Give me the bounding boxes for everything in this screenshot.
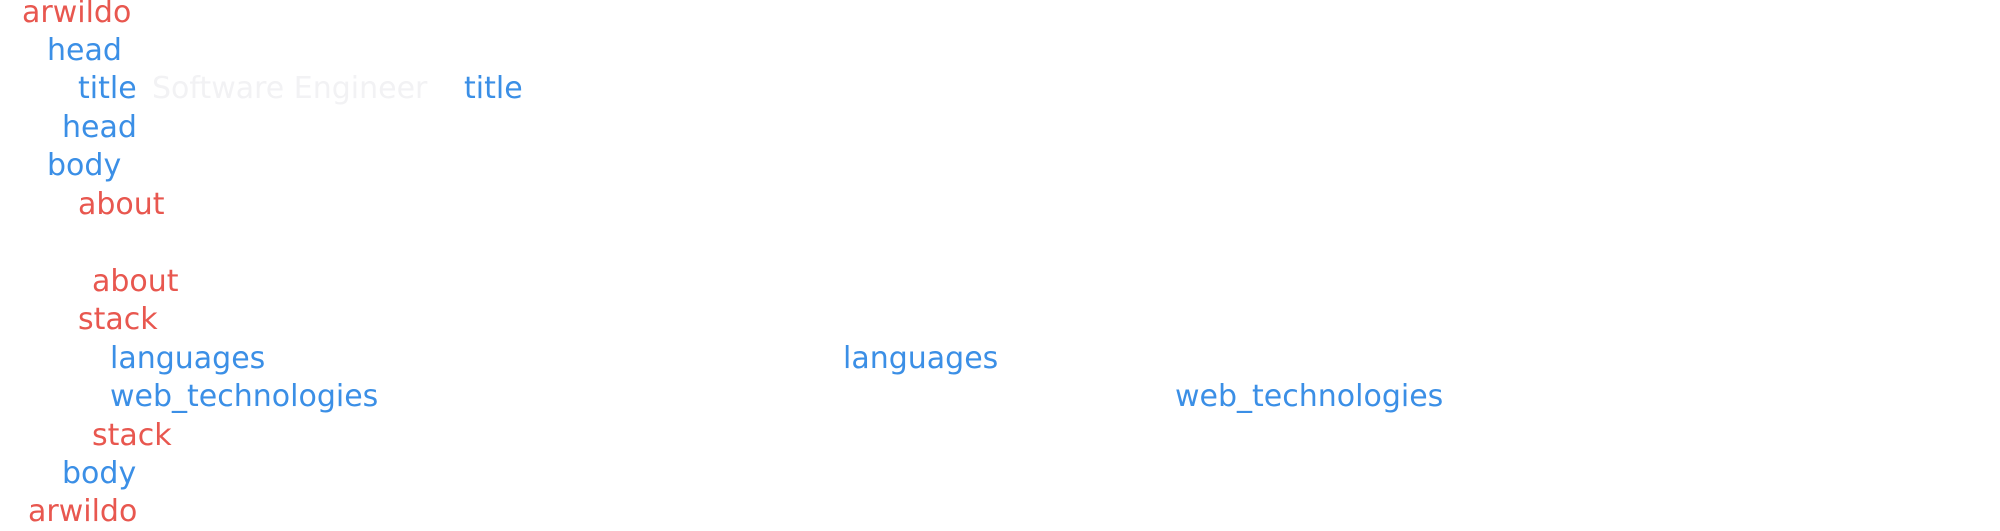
tag-stack-open: stack <box>78 302 158 337</box>
code-view: arwildo head title Software Engineer tit… <box>0 0 2000 529</box>
tag-body-open: body <box>47 148 122 183</box>
tag-arwildo-open: arwildo <box>22 0 132 30</box>
tag-arwildo-close: arwildo <box>28 494 138 529</box>
title-text: Software Engineer <box>152 71 428 106</box>
tag-body-close: body <box>62 456 137 491</box>
tag-head-open: head <box>47 33 122 68</box>
tag-languages-close: languages <box>843 341 999 376</box>
tag-web-technologies-open: web_technologies <box>110 379 379 414</box>
tag-about-open: about <box>78 187 165 222</box>
tag-title-open: title <box>78 71 137 106</box>
tag-stack-close: stack <box>92 418 172 453</box>
tag-about-close: about <box>92 264 179 299</box>
tag-languages-open: languages <box>110 341 266 376</box>
tag-web-technologies-close: web_technologies <box>1175 379 1444 414</box>
tag-head-close: head <box>62 110 137 145</box>
tag-title-close: title <box>464 71 523 106</box>
